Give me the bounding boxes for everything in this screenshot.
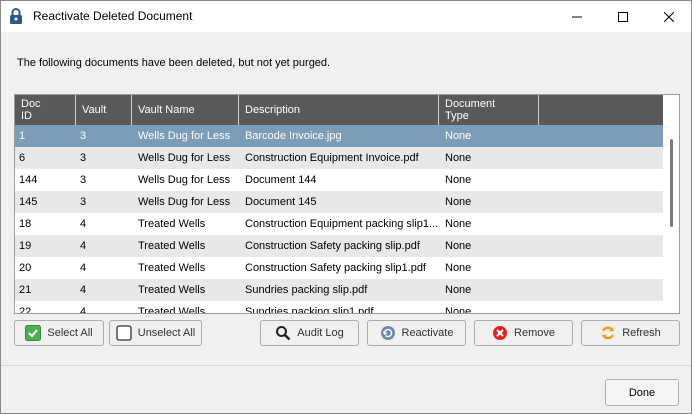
maximize-button[interactable] [600,1,646,32]
unselect-all-label: Unselect All [137,327,196,339]
cell-vault: 4 [80,240,87,252]
cell-description: Construction Safety packing slip.pdf [245,240,420,252]
cell-description: Barcode Invoice.jpg [245,130,342,142]
cell-vault-name: Treated Wells [138,306,206,314]
remove-button[interactable]: Remove [474,320,573,346]
cell-vault: 4 [80,218,87,230]
cell-description: Sundries packing slip1.pdf [245,306,374,314]
title-bar: Reactivate Deleted Document [1,1,691,32]
cell-doc-id: 21 [19,284,32,296]
close-icon [664,11,674,22]
cell-vault: 4 [80,284,87,296]
column-header-vault[interactable]: Vault [76,95,132,125]
window-title: Reactivate Deleted Document [33,9,193,23]
unselect-all-button[interactable]: Unselect All [109,320,202,346]
cell-vault-name: Wells Dug for Less [138,174,231,186]
dialog-window: Reactivate Deleted Document The followin… [0,0,692,414]
cell-document-type: None [445,262,472,274]
cell-doc-id: 1 [19,130,26,142]
cell-vault-name: Treated Wells [138,218,206,230]
checked-checkbox-icon [25,325,42,341]
cell-vault: 3 [80,130,87,142]
reactivate-label: Reactivate [401,327,454,339]
cell-vault: 3 [80,196,87,208]
cell-doc-id: 144 [19,174,38,186]
footer-divider [1,365,691,366]
done-button[interactable]: Done [605,379,679,406]
cell-vault-name: Treated Wells [138,284,206,296]
scrollbar-thumb[interactable] [670,139,673,227]
table-row[interactable]: 20 4 Treated Wells Construction Safety pack… [15,257,663,279]
minimize-icon [572,16,582,17]
remove-label: Remove [514,327,555,339]
intro-text: The following documents have been delete… [17,57,331,69]
reactivate-icon [380,325,396,341]
cell-doc-id: 22 [19,306,32,314]
cell-description: Sundries packing slip.pdf [245,284,368,296]
maximize-icon [618,11,628,22]
table-header: Doc ID Vault Vault Name Description Docu… [15,95,663,125]
cell-description: Construction Safety packing slip1.pdf [245,262,426,274]
table-row[interactable]: 145 3 Wells Dug for Less Document 145 None [15,191,663,213]
table-row[interactable]: 1 3 Wells Dug for Less Barcode Invoice.jpg N… [15,125,663,147]
audit-log-label: Audit Log [297,327,344,339]
cell-document-type: None [445,130,472,142]
cell-vault-name: Treated Wells [138,240,206,252]
cell-vault-name: Wells Dug for Less [138,130,231,142]
cell-vault-name: Wells Dug for Less [138,152,231,164]
cell-document-type: None [445,306,472,314]
cell-vault: 3 [80,152,87,164]
cell-vault: 4 [80,306,87,314]
cell-document-type: None [445,196,472,208]
column-header-description[interactable]: Description [239,95,439,125]
column-header-vault-name[interactable]: Vault Name [132,95,239,125]
audit-log-button[interactable]: Audit Log [260,320,359,346]
reactivate-button[interactable]: Reactivate [367,320,466,346]
cell-vault-name: Treated Wells [138,262,206,274]
table-row[interactable]: 19 4 Treated Wells Construction Safety pack… [15,235,663,257]
cell-doc-id: 19 [19,240,32,252]
column-header-document-type[interactable]: Document Type [439,95,539,125]
cell-description: Document 144 [245,174,317,186]
cell-description: Document 145 [245,196,317,208]
cell-document-type: None [445,284,472,296]
cell-vault: 4 [80,262,87,274]
table-row[interactable]: 21 4 Treated Wells Sundries packing slip.pd… [15,279,663,301]
cell-description: Construction Equipment Invoice.pdf [245,152,419,164]
cell-document-type: None [445,218,472,230]
cell-document-type: None [445,152,472,164]
cell-document-type: None [445,240,472,252]
remove-icon [492,325,508,341]
cell-doc-id: 20 [19,262,32,274]
table-row[interactable]: 6 3 Wells Dug for Less Construction Equipme… [15,147,663,169]
table-row[interactable]: 18 4 Treated Wells Construction Equipment p… [15,213,663,235]
table-row[interactable]: 144 3 Wells Dug for Less Document 144 None [15,169,663,191]
close-button[interactable] [646,1,692,32]
select-all-button[interactable]: Select All [14,320,104,346]
column-header-doc-id[interactable]: Doc ID [15,95,76,125]
cell-doc-id: 18 [19,218,32,230]
cell-document-type: None [445,174,472,186]
cell-doc-id: 145 [19,196,38,208]
empty-checkbox-icon [116,325,132,341]
cell-vault: 3 [80,174,87,186]
refresh-label: Refresh [622,327,661,339]
refresh-icon [600,325,616,341]
search-icon [275,325,291,341]
documents-table[interactable]: Doc ID Vault Vault Name Description Docu… [14,94,680,314]
lock-icon [9,8,23,25]
minimize-button[interactable] [554,1,600,32]
select-all-label: Select All [47,327,93,339]
refresh-button[interactable]: Refresh [581,320,680,346]
table-row[interactable]: 22 4 Treated Wells Sundries packing slip1.p… [15,301,663,314]
cell-vault-name: Wells Dug for Less [138,196,231,208]
cell-doc-id: 6 [19,152,26,164]
cell-description: Construction Equipment packing slip1.... [245,218,439,230]
